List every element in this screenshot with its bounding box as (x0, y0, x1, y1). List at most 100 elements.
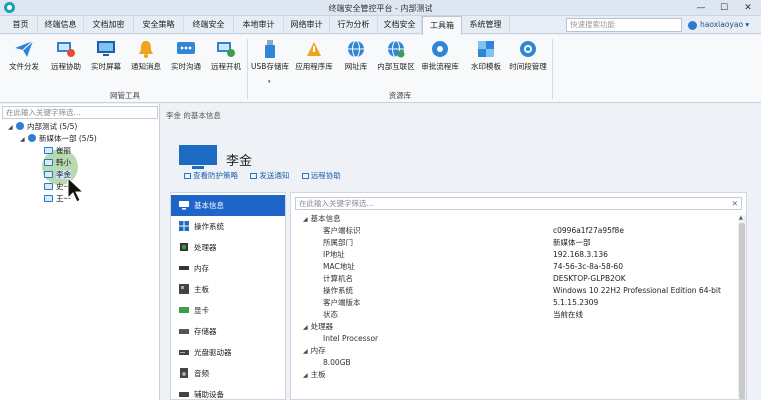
property-row: 客户端标识 c0996a1f27a95f8e (291, 225, 736, 237)
maximize-button[interactable]: ☐ (713, 0, 735, 16)
remote-assist-link[interactable]: 远程协助 (301, 171, 341, 180)
url-library-button[interactable]: 网址库 (336, 37, 376, 87)
tab-home[interactable]: 首页 (4, 16, 38, 34)
nav-optical-drive[interactable]: 光盘驱动器 (171, 342, 285, 363)
tree-computer-node[interactable]: 韩小 (44, 157, 71, 168)
usb-storage-library-label: USB存储库 (251, 62, 289, 71)
notification-button[interactable]: 通知消息 (126, 37, 166, 87)
app-library-button[interactable]: 应用程序库 (294, 37, 334, 87)
keyboard-icon (179, 392, 189, 397)
nav-motherboard[interactable]: 主板 (171, 279, 285, 300)
remote-boot-button[interactable]: 远程开机 (206, 37, 246, 87)
bell-icon (139, 41, 153, 58)
tab-system-management[interactable]: 系统管理 (462, 16, 510, 34)
ribbon-toolbar: 文件分发 远程协助 实时屏幕 通知消息 实时沟通 远程开机 网管工具 USB存储… (0, 35, 761, 103)
monitor-icon (179, 201, 189, 210)
scrollbar-thumb[interactable] (739, 223, 745, 399)
expand-arrow-icon[interactable]: ◢ (20, 134, 28, 145)
computer-name: 崔丽 (56, 146, 71, 155)
section-label: 处理器 (310, 322, 334, 331)
window-title: 终端安全管控平台 - 内部测试 (328, 4, 433, 13)
close-button[interactable]: ✕ (737, 0, 759, 16)
property-row: 计算机名 DESKTOP-GLPB2OK (291, 273, 736, 285)
info-category-list: 基本信息 操作系统 处理器 内存 主板 显卡 存储器 光盘驱动器 音频 辅助设备 (170, 192, 286, 400)
watermark-template-label: 水印模板 (471, 62, 501, 71)
tab-terminal-security[interactable]: 终端安全 (184, 16, 234, 34)
nav-label: 主板 (194, 285, 209, 294)
remote-assist-button[interactable]: 远程协助 (46, 37, 86, 87)
property-filter-input[interactable]: 在此输入关键字筛选... ✕ (295, 197, 742, 210)
tab-doc-security[interactable]: 文档安全 (378, 16, 422, 34)
watermark-icon (478, 41, 494, 57)
nav-cpu[interactable]: 处理器 (171, 237, 285, 258)
nav-peripherals[interactable]: 辅助设备 (171, 384, 285, 400)
remote-assist-label: 远程协助 (51, 62, 81, 71)
realtime-screen-button[interactable]: 实时屏幕 (86, 37, 126, 87)
nav-os[interactable]: 操作系统 (171, 216, 285, 237)
property-row: 状态 当前在线 (291, 309, 736, 321)
feature-search-input[interactable]: 快速搜索功能 (566, 18, 682, 32)
user-icon (688, 20, 697, 30)
send-notification-label: 发送通知 (259, 171, 290, 180)
nav-label: 操作系统 (194, 222, 224, 231)
graphics-card-icon (179, 307, 189, 313)
nav-label: 显卡 (194, 306, 209, 315)
mouse-cursor-icon (67, 176, 84, 203)
section-basic-info[interactable]: ◢ 基本信息 (291, 213, 736, 225)
watermark-template-button[interactable]: 水印模板 (466, 37, 506, 87)
tab-local-audit[interactable]: 本地审计 (234, 16, 284, 34)
chat-icon (177, 42, 195, 54)
tree-filter-input[interactable]: 在此输入关键字筛选... (2, 106, 158, 119)
scroll-up-icon[interactable]: ▲ (739, 215, 743, 221)
send-notification-link[interactable]: 发送通知 (250, 171, 289, 180)
collapse-arrow-icon: ◢ (303, 324, 308, 331)
property-value: 新媒体一部 (553, 238, 591, 247)
realtime-chat-button[interactable]: 实时沟通 (166, 37, 206, 87)
globe-icon (348, 40, 364, 58)
tree-computer-node[interactable]: 崔丽 (44, 145, 71, 156)
memory-icon (179, 266, 189, 270)
tree-root-node[interactable]: ◢ 内部测试 (5/5) (8, 121, 77, 132)
tab-security-policy[interactable]: 安全策略 (134, 16, 184, 34)
nav-basic-info[interactable]: 基本信息 (171, 195, 285, 216)
tab-doc-encrypt[interactable]: 文档加密 (84, 16, 134, 34)
property-scrollbar[interactable]: ▲ (738, 215, 746, 399)
computer-icon (44, 159, 53, 166)
approval-flow-library-button[interactable]: 审批流程库 (420, 37, 460, 87)
section-cpu[interactable]: ◢ 处理器 (291, 321, 736, 333)
minimize-button[interactable]: — (690, 0, 712, 16)
expand-arrow-icon[interactable]: ◢ (8, 122, 16, 133)
file-distribution-button[interactable]: 文件分发 (4, 37, 44, 87)
intranet-zone-button[interactable]: 内部互联区 (376, 37, 416, 87)
nav-storage[interactable]: 存储器 (171, 321, 285, 342)
chevron-down-icon[interactable]: ▾ (268, 79, 271, 85)
time-period-management-button[interactable]: 时间段管理 (508, 37, 548, 87)
property-row: Intel Processor (291, 333, 736, 345)
section-motherboard[interactable]: ◢ 主板 (291, 369, 736, 381)
tab-behavior-analysis[interactable]: 行为分析 (330, 16, 378, 34)
file-distribution-label: 文件分发 (9, 62, 39, 71)
tab-network-audit[interactable]: 网络审计 (284, 16, 330, 34)
collapse-arrow-icon: ◢ (303, 372, 308, 379)
property-value: 192.168.3.136 (553, 250, 608, 259)
property-key: MAC地址 (323, 262, 355, 271)
property-value: 当前在线 (553, 310, 583, 319)
close-icon[interactable]: ✕ (732, 198, 738, 209)
property-row: IP地址 192.168.3.136 (291, 249, 736, 261)
breadcrumb: 李金 的基本信息 (166, 111, 221, 120)
property-key: 操作系统 (323, 286, 353, 295)
nav-label: 存储器 (194, 327, 217, 336)
tab-toolbox[interactable]: 工具箱 (422, 16, 462, 35)
tab-terminal-info[interactable]: 终端信息 (38, 16, 84, 34)
group-icon (28, 134, 36, 142)
user-menu[interactable]: haoxiaoyao ▾ (688, 18, 749, 32)
nav-memory[interactable]: 内存 (171, 258, 285, 279)
nav-audio[interactable]: 音频 (171, 363, 285, 384)
tree-group-node[interactable]: ◢ 新媒体一部 (5/5) (20, 133, 97, 144)
realtime-screen-label: 实时屏幕 (91, 62, 121, 71)
computer-icon (44, 195, 53, 202)
usb-storage-library-button[interactable]: USB存储库 ▾ (250, 37, 290, 87)
nav-graphics[interactable]: 显卡 (171, 300, 285, 321)
section-memory[interactable]: ◢ 内存 (291, 345, 736, 357)
view-policy-link[interactable]: 查看防护策略 (184, 171, 238, 180)
